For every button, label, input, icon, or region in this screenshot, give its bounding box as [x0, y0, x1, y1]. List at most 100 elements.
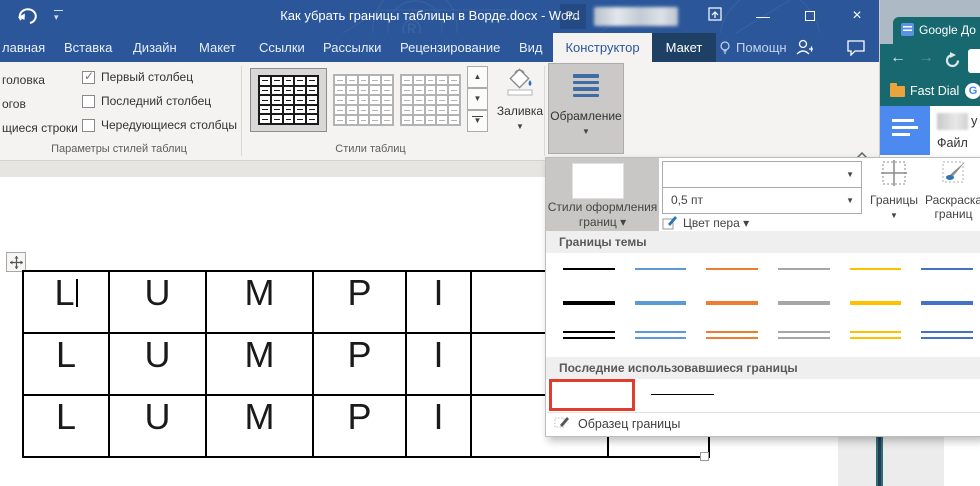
theme-border-swatch[interactable] [778, 268, 830, 270]
line-width-combobox[interactable]: 0,5 пт ▼ [662, 187, 862, 214]
borders-split-button[interactable]: Границы ▼ [864, 160, 924, 221]
table-resize-handle[interactable] [700, 452, 709, 461]
line-style-combobox[interactable]: ▼ [662, 161, 862, 188]
browser-nav-bar: ← → [880, 44, 980, 78]
tab-table-layout-contextual[interactable]: Макет [652, 33, 716, 62]
border-style-preview [572, 163, 624, 199]
screen: ® ▾ Как убрать границы таблицы в Ворде.d… [0, 0, 980, 486]
address-bar[interactable] [968, 49, 980, 73]
theme-border-swatch[interactable] [850, 331, 902, 339]
tab-insert[interactable]: Вставка [64, 33, 112, 62]
tab-review[interactable]: Рецензирование [400, 33, 500, 62]
table-cell[interactable]: U [109, 333, 206, 395]
table-cell[interactable]: L [23, 271, 109, 333]
border-painter-button[interactable]: Раскраска границ [925, 160, 980, 221]
theme-border-swatch[interactable] [706, 268, 758, 270]
checkbox-first-column[interactable]: ✓ Первый столбец [82, 70, 193, 84]
share-person-icon[interactable] [795, 37, 813, 62]
maximize-button[interactable] [795, 2, 825, 30]
doc-title-redacted [937, 113, 968, 130]
minimize-button[interactable]: — [748, 2, 778, 30]
back-icon[interactable]: ← [890, 49, 906, 67]
lightbulb-icon [719, 41, 731, 55]
table-cell[interactable]: U [109, 395, 206, 457]
table-cell[interactable]: I [406, 271, 471, 333]
theme-border-swatch[interactable] [921, 331, 973, 339]
ribbon-display-options-icon[interactable] [700, 2, 730, 30]
forward-icon[interactable]: → [918, 49, 934, 67]
shading-button[interactable]: Заливка ▼ [494, 66, 546, 132]
refresh-icon[interactable] [944, 52, 961, 74]
tell-me-assistant[interactable]: Помощн [719, 33, 787, 62]
group-separator [241, 66, 242, 156]
redo-icon[interactable] [18, 6, 40, 26]
theme-border-swatch[interactable] [778, 301, 830, 305]
recent-border-sample[interactable] [651, 394, 714, 395]
menu-hamburger-button[interactable] [880, 106, 930, 155]
table-cell[interactable]: M [206, 271, 313, 333]
theme-border-swatch[interactable] [635, 301, 687, 305]
tab-view[interactable]: Вид [519, 33, 543, 62]
tab-home-cut[interactable]: лавная [2, 33, 45, 62]
theme-border-swatch[interactable] [706, 331, 758, 339]
account-badge[interactable]: Р... [560, 4, 586, 29]
text-cursor [76, 279, 78, 307]
theme-border-swatch[interactable] [563, 331, 615, 339]
tab-references[interactable]: Ссылки [259, 33, 305, 62]
theme-border-swatch[interactable] [563, 301, 615, 305]
table-cell[interactable]: L [23, 333, 109, 395]
table-style-selected[interactable] [250, 68, 327, 132]
gallery-more-button[interactable]: ▼ [467, 110, 488, 132]
table-cell[interactable]: P [313, 333, 406, 395]
theme-border-swatch[interactable] [706, 301, 758, 305]
table-move-handle[interactable] [6, 252, 26, 272]
cell-text: L [54, 272, 74, 313]
theme-border-swatch[interactable] [635, 268, 687, 270]
group-label-table-styles: Стили таблиц [248, 143, 493, 155]
table-cell[interactable]: L [23, 395, 109, 457]
bookmark-fast-dial[interactable]: Fast Dial [910, 84, 959, 98]
checkbox-last-column[interactable]: Последний столбец [82, 94, 211, 108]
gallery-scroll-up[interactable]: ▲ [467, 66, 488, 88]
folder-icon [890, 86, 905, 97]
tab-table-design-active[interactable]: Конструктор [553, 33, 652, 62]
borders-group-button-pressed[interactable]: Обрамление ▼ [548, 63, 624, 154]
ribbon-tab-row: лавная Вставка Дизайн Макет Ссылки Рассы… [0, 33, 879, 62]
checkbox-banded-columns[interactable]: Чередующиеся столбцы [82, 118, 237, 132]
customize-qat-icon[interactable]: ▾ [54, 10, 63, 23]
account-name-redacted [594, 7, 678, 26]
theme-border-swatch[interactable] [850, 268, 902, 270]
tab-design[interactable]: Дизайн [133, 33, 177, 62]
theme-border-swatch[interactable] [850, 301, 902, 305]
table-cell[interactable]: P [313, 271, 406, 333]
move-arrows-icon [10, 256, 23, 269]
close-button[interactable]: × [842, 2, 872, 30]
table-style-option[interactable] [333, 74, 394, 126]
table-cell[interactable]: M [206, 333, 313, 395]
google-icon[interactable]: G [965, 83, 980, 99]
browser-tab[interactable]: Google До [893, 17, 980, 44]
border-styles-gallery-button[interactable]: Стили оформления границ ▾ [546, 158, 659, 231]
border-sampler-item[interactable]: Образец границы [546, 413, 980, 436]
tab-mailings[interactable]: Рассылки [323, 33, 381, 62]
file-menu-item[interactable]: Файл [937, 136, 968, 150]
browser-tab-title: Google До [919, 23, 976, 37]
table-cell[interactable]: M [206, 395, 313, 457]
table-style-option[interactable] [400, 74, 461, 126]
theme-border-swatch[interactable] [778, 331, 830, 339]
window-edge-stripe [876, 437, 883, 486]
checkbox-label: Чередующиеся столбцы [101, 118, 237, 132]
table-cell[interactable]: P [313, 395, 406, 457]
tab-layout[interactable]: Макет [199, 33, 236, 62]
ribbon: головка огов щиеся строки ✓ Первый столб… [0, 62, 879, 161]
theme-border-swatch[interactable] [563, 268, 615, 270]
table-cell[interactable]: I [406, 333, 471, 395]
theme-border-swatch[interactable] [921, 268, 973, 270]
theme-border-swatch[interactable] [635, 331, 687, 339]
annotation-box [549, 379, 635, 411]
theme-border-swatch[interactable] [921, 301, 973, 305]
comments-icon[interactable] [847, 40, 865, 61]
table-cell[interactable]: I [406, 395, 471, 457]
gallery-scroll-down[interactable]: ▼ [467, 88, 488, 110]
table-cell[interactable]: U [109, 271, 206, 333]
